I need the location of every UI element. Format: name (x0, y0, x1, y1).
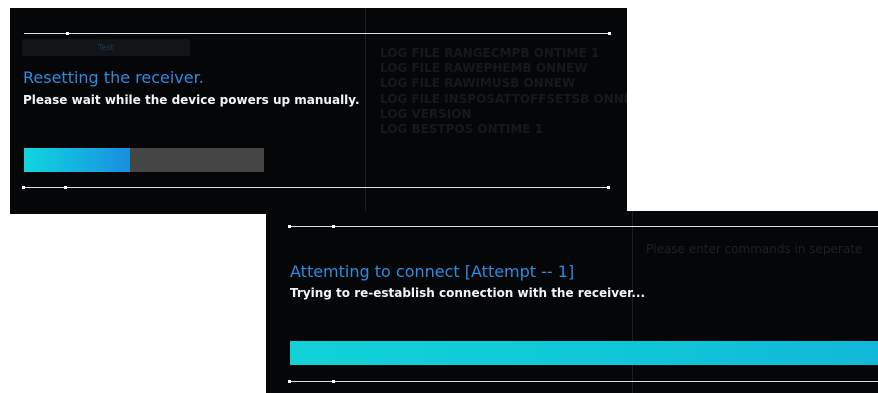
connect-dialog: Please enter commands in seperate Attemt… (266, 211, 878, 393)
progress-bar (290, 341, 878, 365)
log-line: LOG FILE INSPOSATTOFFSETSB ONNEW (380, 91, 627, 106)
progress-fill (24, 148, 130, 172)
divider-marker (288, 380, 291, 383)
log-line: LOG FILE RAWEPHEMB ONNEW (380, 61, 588, 76)
column-divider (632, 211, 633, 393)
divider-marker (66, 32, 69, 35)
top-divider (24, 33, 610, 34)
progress-bar (24, 148, 264, 172)
log-line: LOG FILE RANGECMPB ONTIME 1 (380, 46, 600, 60)
progress-fill (290, 341, 878, 365)
log-line: LOG VERSION (380, 106, 472, 121)
divider-marker (332, 225, 335, 228)
divider-marker (607, 186, 610, 189)
dialog-title: Attemting to connect [Attempt -- 1] (290, 262, 575, 281)
divider-marker (288, 225, 291, 228)
tab-label: Test (98, 43, 114, 52)
divider-marker (64, 186, 67, 189)
divider-marker (22, 186, 25, 189)
divider-marker (332, 380, 335, 383)
bottom-divider (24, 187, 610, 188)
dialog-title: Resetting the receiver. (23, 68, 204, 87)
bottom-divider (290, 381, 878, 382)
command-hint: Please enter commands in seperate (646, 242, 863, 256)
reset-dialog: Test Resetting the receiver. Please wait… (10, 8, 627, 214)
top-divider (290, 226, 878, 227)
command-log-list: LOG FILE RANGECMPB ONTIME 1 LOG FILE RAWE… (380, 46, 627, 137)
log-line: LOG FILE RAWIMUSB ONNEW (380, 76, 576, 91)
dialog-message: Trying to re-establish connection with t… (290, 286, 646, 300)
divider-marker (608, 32, 611, 35)
log-line: LOG BESTPOS ONTIME 1 (380, 122, 543, 137)
dialog-message: Please wait while the device powers up m… (23, 93, 360, 107)
column-divider (365, 8, 366, 214)
